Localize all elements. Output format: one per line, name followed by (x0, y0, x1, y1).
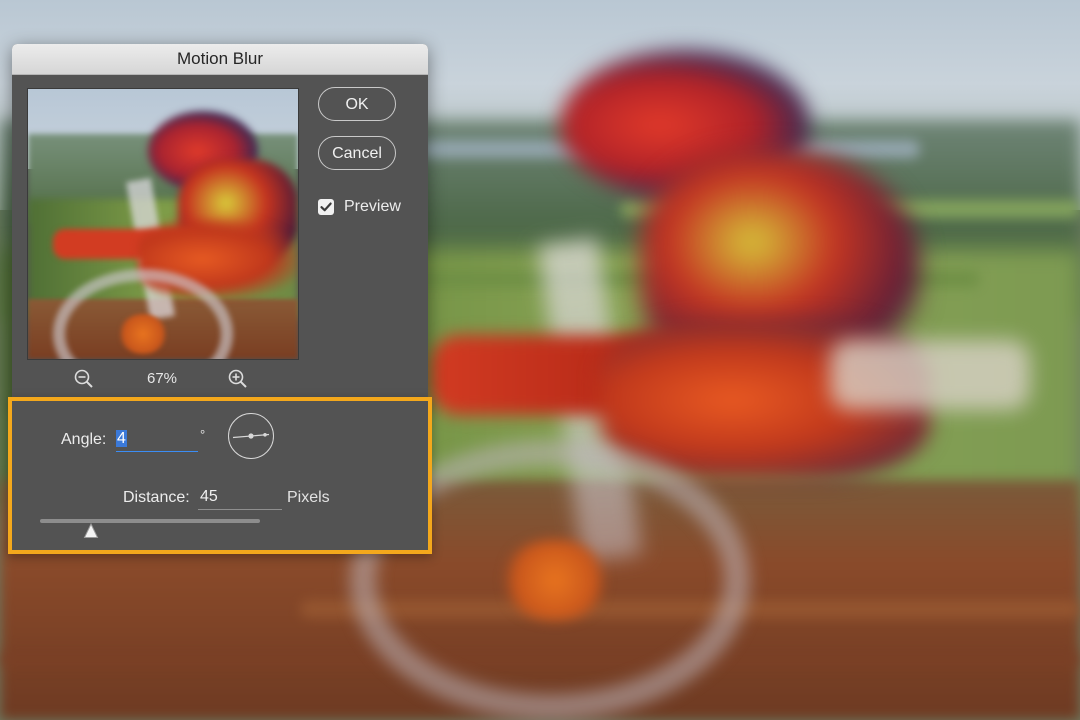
distance-label: Distance: (123, 489, 190, 506)
ok-button[interactable]: OK (318, 87, 396, 121)
distance-slider-track[interactable] (40, 519, 260, 523)
angle-value: 4 (116, 430, 127, 447)
photoshop-canvas: Motion Blur 67% OK Cancel Preview Angle:… (0, 0, 1080, 720)
zoom-out-icon[interactable] (73, 368, 95, 390)
dialog-title: Motion Blur (12, 44, 428, 75)
zoom-in-icon[interactable] (227, 368, 249, 390)
motion-blur-dialog: Motion Blur 67% OK Cancel Preview (12, 44, 428, 400)
angle-label: Angle: (61, 431, 107, 448)
zoom-level: 67% (146, 370, 178, 387)
preview-label: Preview (344, 198, 401, 215)
degree-symbol: ° (200, 427, 206, 442)
distance-unit-label: Pixels (287, 489, 330, 506)
filter-preview-image[interactable] (27, 88, 299, 360)
angle-dial-icon[interactable] (228, 413, 274, 459)
preview-checkbox[interactable] (318, 199, 334, 215)
angle-input[interactable]: 4 (116, 427, 198, 452)
zoom-controls: 67% (27, 366, 297, 392)
blur-options-panel: Angle: 4 ° Distance: 45 Pixels (8, 397, 432, 554)
checkmark-icon (320, 202, 332, 212)
distance-input[interactable]: 45 (198, 485, 282, 510)
distance-slider-thumb[interactable] (83, 522, 99, 539)
cancel-button[interactable]: Cancel (318, 136, 396, 170)
